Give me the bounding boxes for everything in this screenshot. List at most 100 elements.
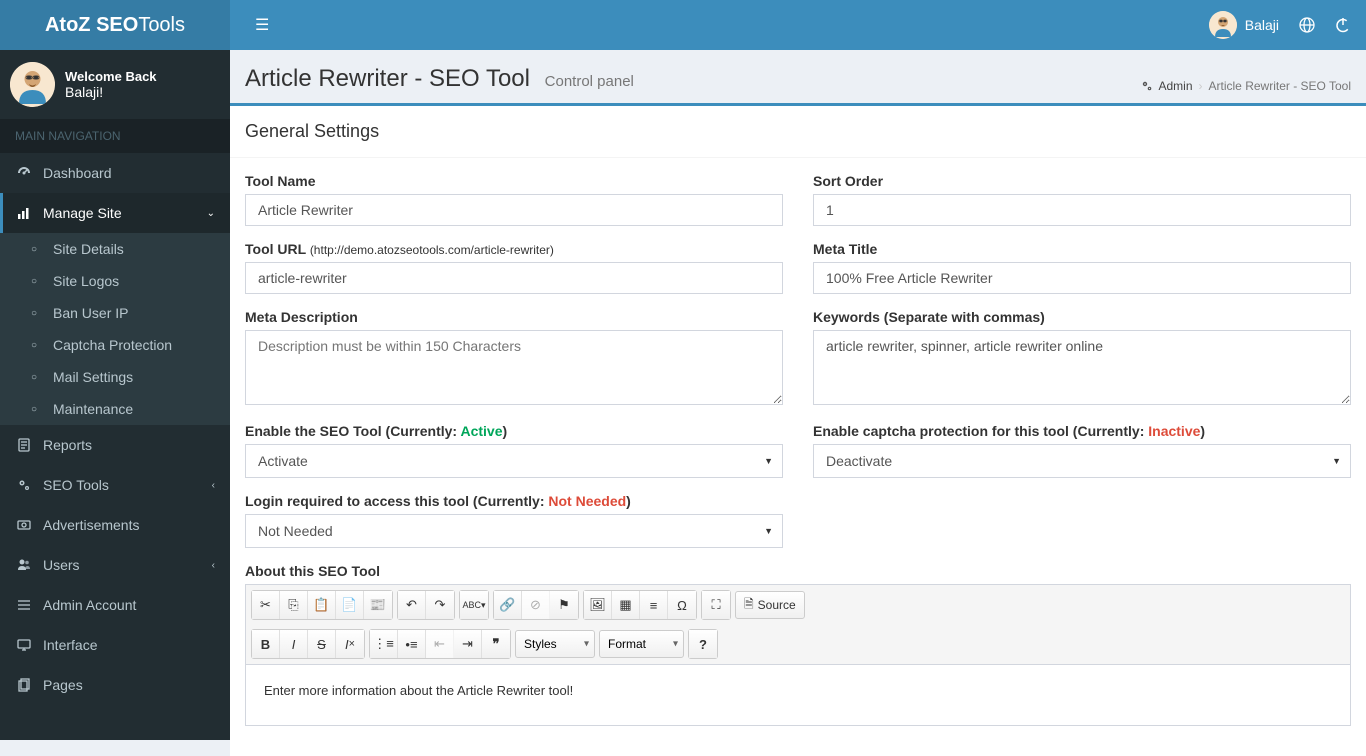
sidebar-welcome: Welcome Back bbox=[65, 69, 157, 84]
gear-icon bbox=[1141, 80, 1153, 92]
maximize-icon[interactable]: ⛶ bbox=[702, 591, 730, 619]
link-icon[interactable]: 🔗 bbox=[494, 591, 522, 619]
header-user-menu[interactable]: Balaji bbox=[1209, 11, 1279, 39]
remove-format-icon[interactable]: I× bbox=[336, 630, 364, 658]
circle-icon: ○ bbox=[25, 308, 43, 319]
circle-icon: ○ bbox=[25, 372, 43, 383]
file-icon bbox=[15, 438, 33, 452]
chart-icon bbox=[15, 206, 33, 220]
paste-word-icon[interactable]: 📰 bbox=[364, 591, 392, 619]
paste-text-icon[interactable]: 📄 bbox=[336, 591, 364, 619]
page-title: Article Rewriter - SEO Tool Control pane… bbox=[245, 65, 634, 93]
help-icon[interactable]: ? bbox=[689, 630, 717, 658]
sidebar-sub-site-details[interactable]: ○Site Details bbox=[0, 233, 230, 265]
sidebar-item-admin[interactable]: Admin Account bbox=[0, 585, 230, 625]
ol-icon[interactable]: ⋮≡ bbox=[370, 630, 398, 658]
dashboard-icon bbox=[15, 166, 33, 180]
image-icon[interactable]: 🖼 bbox=[584, 591, 612, 619]
format-select[interactable]: Format bbox=[599, 630, 684, 658]
meta-desc-textarea[interactable] bbox=[245, 330, 783, 405]
editor-toolbar: ✂ ⎘ 📋 📄 📰 ↶ ↷ ABC▾ bbox=[246, 585, 1350, 665]
chevron-left-icon: ‹ bbox=[212, 560, 215, 571]
hamburger-icon[interactable]: ☰ bbox=[245, 15, 279, 35]
indent-icon[interactable]: ⇥ bbox=[454, 630, 482, 658]
tool-url-label: Tool URL (http://demo.atozseotools.com/a… bbox=[245, 241, 783, 257]
box-title: General Settings bbox=[230, 106, 1366, 158]
sidebar-item-pages[interactable]: Pages bbox=[0, 665, 230, 705]
sidebar-item-advertisements[interactable]: Advertisements bbox=[0, 505, 230, 545]
breadcrumb-current: Article Rewriter - SEO Tool bbox=[1209, 79, 1351, 93]
circle-icon: ○ bbox=[25, 244, 43, 255]
rich-editor: ✂ ⎘ 📋 📄 📰 ↶ ↷ ABC▾ bbox=[245, 584, 1351, 726]
avatar-icon bbox=[1209, 11, 1237, 39]
settings-box: General Settings Tool Name Sort Order bbox=[230, 106, 1366, 756]
sidebar-item-manage-site[interactable]: Manage Site ⌄ bbox=[0, 193, 230, 233]
strike-icon[interactable]: S bbox=[308, 630, 336, 658]
tool-url-input[interactable] bbox=[245, 262, 783, 294]
tool-name-input[interactable] bbox=[245, 194, 783, 226]
gear-icon bbox=[15, 478, 33, 492]
redo-icon[interactable]: ↷ bbox=[426, 591, 454, 619]
circle-icon: ○ bbox=[25, 276, 43, 287]
ul-icon[interactable]: •≡ bbox=[398, 630, 426, 658]
page-subtitle: Control panel bbox=[545, 73, 634, 90]
sidebar-item-dashboard[interactable]: Dashboard bbox=[0, 153, 230, 193]
cut-icon[interactable]: ✂ bbox=[252, 591, 280, 619]
undo-icon[interactable]: ↶ bbox=[398, 591, 426, 619]
list-icon bbox=[15, 598, 33, 612]
keywords-textarea[interactable]: article rewriter, spinner, article rewri… bbox=[813, 330, 1351, 405]
logo[interactable]: AtoZ SEOTools bbox=[0, 0, 230, 50]
sidebar-item-reports[interactable]: Reports bbox=[0, 425, 230, 465]
sidebar-sub-ban-ip[interactable]: ○Ban User IP bbox=[0, 297, 230, 329]
paste-icon[interactable]: 📋 bbox=[308, 591, 336, 619]
outdent-icon[interactable]: ⇤ bbox=[426, 630, 454, 658]
italic-icon[interactable]: I bbox=[280, 630, 308, 658]
sidebar-item-interface[interactable]: Interface bbox=[0, 625, 230, 665]
avatar-icon bbox=[10, 62, 55, 107]
breadcrumb-admin[interactable]: Admin bbox=[1159, 79, 1193, 93]
chevron-left-icon: ‹ bbox=[212, 480, 215, 491]
users-icon bbox=[15, 558, 33, 572]
editor-content[interactable]: Enter more information about the Article… bbox=[246, 665, 1350, 725]
sidebar-sub-maintenance[interactable]: ○Maintenance bbox=[0, 393, 230, 425]
sort-order-input[interactable] bbox=[813, 194, 1351, 226]
power-icon[interactable] bbox=[1335, 17, 1351, 33]
hr-icon[interactable]: ≡ bbox=[640, 591, 668, 619]
captcha-label: Enable captcha protection for this tool … bbox=[813, 423, 1351, 439]
chevron-down-icon: ⌄ bbox=[207, 208, 215, 219]
styles-select[interactable]: Styles bbox=[515, 630, 595, 658]
source-icon: 🗎 bbox=[744, 595, 754, 616]
sidebar-item-users[interactable]: Users ‹ bbox=[0, 545, 230, 585]
source-button[interactable]: 🗎 Source bbox=[735, 591, 805, 619]
meta-title-input[interactable] bbox=[813, 262, 1351, 294]
blockquote-icon[interactable]: ❞ bbox=[482, 630, 510, 658]
sidebar-sub-site-logos[interactable]: ○Site Logos bbox=[0, 265, 230, 297]
special-char-icon[interactable]: Ω bbox=[668, 591, 696, 619]
bold-icon[interactable]: B bbox=[252, 630, 280, 658]
spellcheck-icon[interactable]: ABC▾ bbox=[460, 591, 488, 619]
enable-tool-select[interactable]: Activate bbox=[245, 444, 783, 478]
about-label: About this SEO Tool bbox=[245, 563, 1351, 579]
sort-order-label: Sort Order bbox=[813, 173, 1351, 189]
table-icon[interactable]: ▦ bbox=[612, 591, 640, 619]
tool-name-label: Tool Name bbox=[245, 173, 783, 189]
copy-icon[interactable]: ⎘ bbox=[280, 591, 308, 619]
globe-icon[interactable] bbox=[1299, 17, 1315, 33]
login-required-label: Login required to access this tool (Curr… bbox=[245, 493, 783, 509]
desktop-icon bbox=[15, 638, 33, 652]
keywords-label: Keywords (Separate with commas) bbox=[813, 309, 1351, 325]
money-icon bbox=[15, 518, 33, 532]
login-required-select[interactable]: Not Needed bbox=[245, 514, 783, 548]
sidebar-username: Balaji! bbox=[65, 84, 157, 100]
enable-tool-label: Enable the SEO Tool (Currently: Active) bbox=[245, 423, 783, 439]
sidebar-sub-mail[interactable]: ○Mail Settings bbox=[0, 361, 230, 393]
anchor-icon[interactable]: ⚑ bbox=[550, 591, 578, 619]
sidebar-sub-captcha[interactable]: ○Captcha Protection bbox=[0, 329, 230, 361]
sidebar: Welcome Back Balaji! MAIN NAVIGATION Das… bbox=[0, 50, 230, 740]
unlink-icon[interactable]: ⊘ bbox=[522, 591, 550, 619]
content-header: Article Rewriter - SEO Tool Control pane… bbox=[230, 50, 1366, 106]
captcha-select[interactable]: Deactivate bbox=[813, 444, 1351, 478]
nav-section-label: MAIN NAVIGATION bbox=[0, 119, 230, 153]
sidebar-item-seo-tools[interactable]: SEO Tools ‹ bbox=[0, 465, 230, 505]
circle-icon: ○ bbox=[25, 340, 43, 351]
